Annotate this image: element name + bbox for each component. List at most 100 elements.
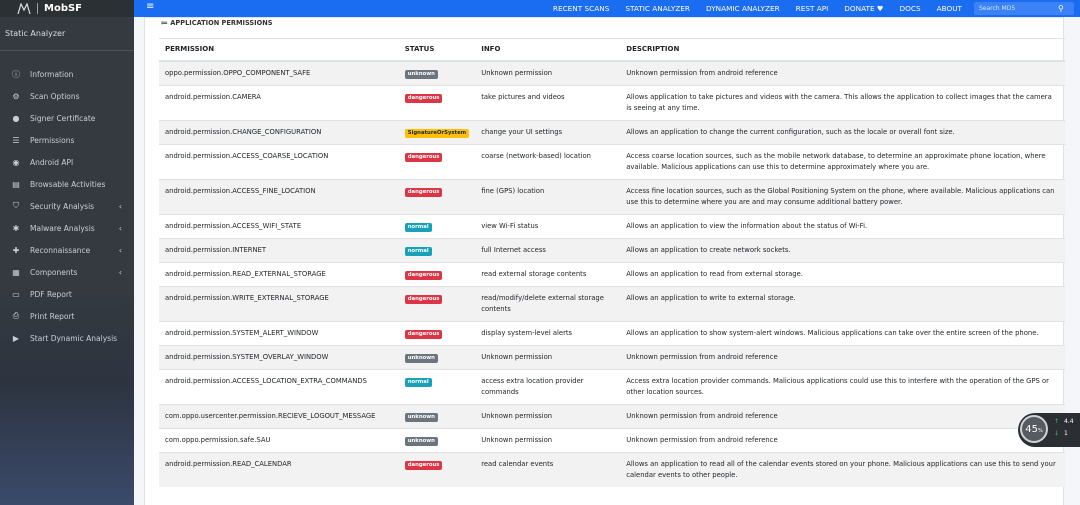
nav-link[interactable]: DOCS (891, 4, 928, 13)
permission-info: fine (GPS) location (475, 178, 621, 214)
table-row: com.oppo.permission.safe.SAU unknown Unkno… (159, 427, 1065, 452)
table-row: android.permission.READ_CALENDAR dangerou… (159, 451, 1065, 487)
status-badge: unknown (404, 353, 438, 363)
permission-info: coarse (network-based) location (475, 143, 621, 179)
permission-info: view Wi-Fi status (475, 213, 621, 238)
table-row: com.oppo.usercenter.permission.RECIEVE_L… (159, 403, 1065, 428)
permission-info: read/modify/delete external storage cont… (475, 285, 621, 321)
table-row: android.permission.INTERNET normal full In… (159, 237, 1065, 262)
download-stat: ↓ 1 (1054, 430, 1068, 437)
sidebar-item-pdf-report[interactable]: ▭ PDF Report (0, 283, 134, 305)
permission-name: android.permission.WRITE_EXTERNAL_STORAG… (159, 285, 399, 321)
table-row: android.permission.ACCESS_COARSE_LOCATIO… (159, 143, 1065, 179)
shield-icon: ⛉ (13, 201, 19, 210)
status-badge: unknown (404, 412, 438, 422)
status-badge: unknown (404, 69, 438, 79)
permission-name: android.permission.SYSTEM_OVERLAY_WINDOW (159, 344, 399, 369)
status-cell: dangerous (398, 261, 476, 286)
status-badge: SignatureOrSystem (404, 128, 470, 138)
search-input[interactable] (974, 5, 1058, 12)
nav-link[interactable]: ABOUT (929, 4, 970, 13)
permission-name: com.oppo.permission.safe.SAU (159, 427, 399, 452)
sidebar-item-scan-options[interactable]: ⚙ Scan Options (0, 85, 134, 107)
sidebar-item-label: Security Analysis (30, 201, 95, 211)
android-icon: ◉ (12, 157, 20, 167)
chevron-left-icon: ‹ (118, 201, 122, 211)
permission-info: Unknown permission (475, 427, 621, 452)
nav-link[interactable]: REST API (788, 4, 837, 13)
status-cell: normal (398, 237, 476, 262)
column-header-description[interactable]: DESCRIPTION (620, 38, 1065, 62)
nav-link[interactable]: DYNAMIC ANALYZER (698, 4, 788, 13)
usage-percent: 45 (1025, 423, 1038, 435)
permission-name: android.permission.READ_EXTERNAL_STORAGE (159, 261, 399, 286)
column-header-info[interactable]: INFO (475, 38, 621, 62)
nav-link[interactable]: STATIC ANALYZER (617, 4, 698, 13)
table-row: android.permission.SYSTEM_OVERLAY_WINDOW… (159, 344, 1065, 369)
hamburger-menu-icon[interactable]: ≡ (146, 1, 154, 12)
status-badge: dangerous (404, 460, 443, 470)
status-badge: dangerous (404, 187, 443, 197)
table-row: android.permission.ACCESS_FINE_LOCATION d… (159, 178, 1065, 214)
table-row: android.permission.ACCESS_WIFI_STATE norm… (159, 213, 1065, 238)
status-cell: unknown (398, 344, 476, 369)
column-header-permission[interactable]: PERMISSION (159, 38, 399, 62)
permission-description: Access fine location sources, such as th… (620, 178, 1065, 214)
status-cell: SignatureOrSystem (398, 119, 476, 144)
permission-description: Allows an application to create network … (620, 237, 1065, 262)
permission-info: read external storage contents (475, 261, 621, 286)
sidebar-item-reconnaissance[interactable]: ✚ Reconnaissance ‹ (0, 239, 134, 261)
sidebar-item-security-analysis[interactable]: ⛉ Security Analysis ‹ (0, 195, 134, 217)
permission-info: Unknown permission (475, 60, 621, 85)
sidebar-item-label: Scan Options (30, 91, 80, 101)
status-cell: dangerous (398, 320, 476, 345)
arrow-down-icon: ↓ (1054, 430, 1060, 437)
permission-info: take pictures and videos (475, 84, 621, 120)
permission-name: oppo.permission.OPPO_COMPONENT_SAFE (159, 60, 399, 85)
sidebar-item-permissions[interactable]: ☰ Permissions (0, 129, 134, 151)
sidebar-item-label: PDF Report (30, 289, 72, 299)
status-badge: dangerous (404, 329, 443, 339)
permission-description: Allows application to take pictures and … (620, 84, 1065, 120)
chevron-left-icon: ‹ (118, 267, 122, 277)
permission-description: Unknown permission from android referenc… (620, 403, 1065, 428)
table-row: android.permission.READ_EXTERNAL_STORAGE… (159, 261, 1065, 286)
permission-description: Allows an application to show system-ale… (620, 320, 1065, 345)
sidebar-item-android-api[interactable]: ◉ Android API (0, 151, 134, 173)
network-speed-widget[interactable]: 45% ↑ 4.4 ↓ 1 (1018, 413, 1080, 447)
permission-description: Access coarse location sources, such as … (620, 143, 1065, 179)
sidebar-item-information[interactable]: ⓘ Information (0, 63, 134, 85)
permission-name: com.oppo.usercenter.permission.RECIEVE_L… (159, 403, 399, 428)
column-header-status[interactable]: STATUS (398, 38, 476, 62)
status-cell: unknown (398, 427, 476, 452)
grid-icon: ▦ (12, 267, 20, 277)
permissions-card: ≔ APPLICATION PERMISSIONS PERMISSION STA… (144, 17, 1065, 505)
nav-link[interactable]: DONATE ♥ (836, 4, 891, 13)
sidebar-item-start-dynamic-analysis[interactable]: ▶ Start Dynamic Analysis (0, 327, 134, 349)
table-header-row: PERMISSION STATUS INFO DESCRIPTION (159, 38, 1065, 62)
sidebar-item-browsable-activities[interactable]: ▤ Browsable Activities (0, 173, 134, 195)
status-cell: dangerous (398, 84, 476, 120)
sidebar-item-label: Reconnaissance (30, 245, 91, 255)
status-cell: dangerous (398, 451, 476, 487)
sidebar-item-malware-analysis[interactable]: ✱ Malware Analysis ‹ (0, 217, 134, 239)
top-navbar: MobSF ≡ RECENT SCANS STATIC ANALYZER DYNAM… (0, 0, 1080, 17)
sidebar-item-signer-certificate[interactable]: ● Signer Certificate (0, 107, 134, 129)
permission-name: android.permission.CHANGE_CONFIGURATION (159, 119, 399, 144)
status-cell: dangerous (398, 285, 476, 321)
table-row: android.permission.CHANGE_CONFIGURATION S… (159, 119, 1065, 144)
chevron-left-icon: ‹ (118, 223, 122, 233)
download-value: 1 (1064, 430, 1068, 437)
bug-icon: ✱ (12, 223, 20, 233)
brand[interactable]: MobSF (0, 0, 134, 17)
gear-icon: ⚙ (12, 91, 20, 101)
table-row: android.permission.CAMERA dangerous take p… (159, 84, 1065, 120)
sidebar-item-print-report[interactable]: ⎙ Print Report (0, 305, 134, 327)
permission-name: android.permission.SYSTEM_ALERT_WINDOW (159, 320, 399, 345)
permission-info: access extra location provider commands (475, 368, 621, 404)
play-circle-icon: ▶ (12, 333, 20, 343)
arrow-up-icon: ↑ (1054, 418, 1060, 425)
sidebar-item-components[interactable]: ▦ Components ‹ (0, 261, 134, 283)
nav-link[interactable]: RECENT SCANS (545, 4, 617, 13)
search-icon[interactable]: ⚲ (1058, 4, 1064, 13)
